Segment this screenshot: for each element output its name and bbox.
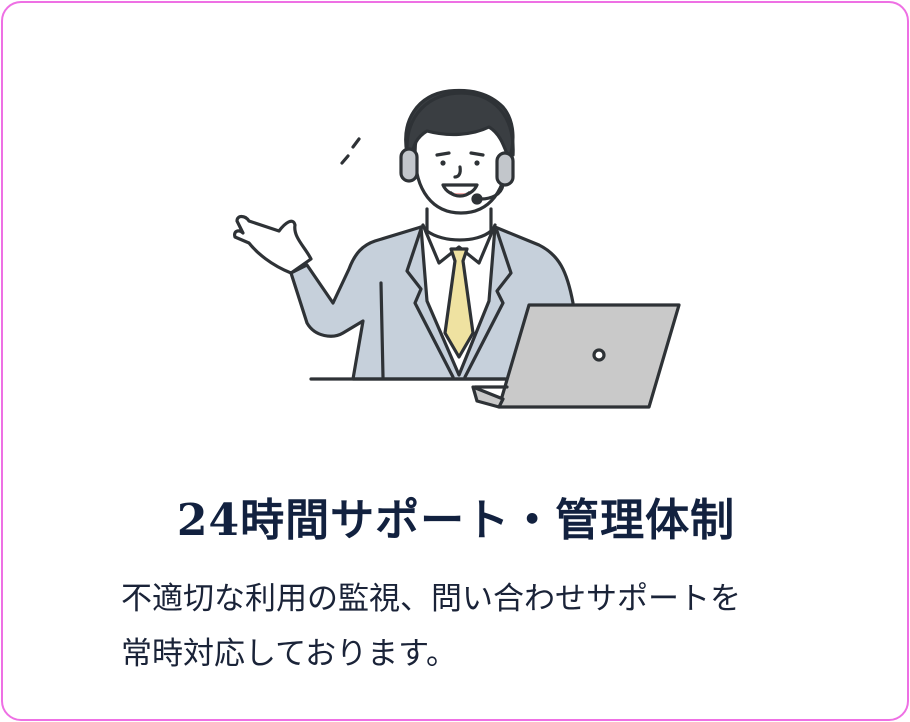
description-line-2: 常時対応しております。: [121, 636, 458, 672]
card-title: 24時間サポート・管理体制: [176, 495, 736, 546]
description-line-1: 不適切な利用の監視、問い合わせサポートを: [121, 581, 741, 617]
card-description: 不適切な利用の監視、問い合わせサポートを 常時対応しております。: [121, 572, 821, 682]
support-operator-illustration: [233, 88, 681, 409]
feature-card: 24時間サポート・管理体制 不適切な利用の監視、問い合わせサポートを 常時対応し…: [1, 1, 909, 721]
